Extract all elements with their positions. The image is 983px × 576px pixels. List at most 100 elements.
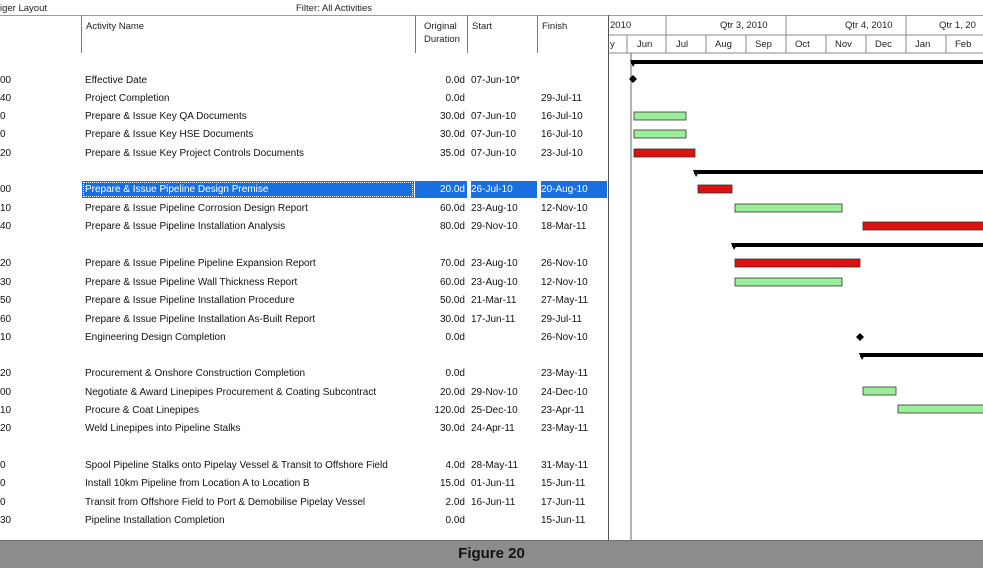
filter-label[interactable]: Filter: All Activities — [296, 3, 372, 14]
activity-id: 30 — [0, 277, 12, 288]
activity-duration: 20.0d — [415, 181, 467, 198]
activity-id: 00 — [0, 387, 12, 398]
page-bottom-margin — [0, 568, 983, 576]
table-row[interactable]: 0 Spool Pipeline Stalks onto Pipelay Vess… — [0, 457, 607, 474]
summary-bar[interactable] — [859, 353, 983, 360]
timescale-month-label: Aug — [715, 39, 732, 50]
table-row[interactable]: 0 Install 10km Pipeline from Location A t… — [0, 475, 607, 492]
activity-name: Prepare & Issue Pipeline Design Premise — [82, 181, 414, 198]
activity-finish: 20-Aug-10 — [541, 181, 607, 198]
gantt-bars — [629, 60, 983, 414]
milestone-diamond[interactable] — [629, 75, 637, 83]
milestone-diamond[interactable] — [856, 333, 864, 341]
activity-name: Transit from Offshore Field to Port & De… — [85, 497, 366, 508]
table-row[interactable]: 20 Procurement & Onshore Construction Com… — [0, 365, 607, 382]
table-row[interactable]: 40 Prepare & Issue Pipeline Installation … — [0, 218, 607, 235]
task-bar[interactable] — [734, 203, 843, 213]
activity-id: 0 — [0, 111, 6, 122]
activity-id: 20 — [0, 368, 12, 379]
table-row[interactable]: 30 Prepare & Issue Pipeline Wall Thicknes… — [0, 274, 607, 291]
activity-finish: 15-Jun-11 — [541, 478, 586, 489]
activity-name: Prepare & Issue Pipeline Installation An… — [85, 221, 286, 232]
summary-bar[interactable] — [731, 243, 983, 250]
column-divider — [81, 15, 82, 53]
timescale-quarter-label: 2010 — [610, 20, 631, 31]
activity-duration: 0.0d — [445, 515, 465, 526]
table-row[interactable]: 00 Negotiate & Award Linepipes Procuremen… — [0, 384, 607, 401]
activity-id: 0 — [0, 460, 6, 471]
summary-bar[interactable] — [693, 170, 983, 177]
timescale-month-label: Feb — [955, 39, 971, 50]
column-divider — [415, 15, 416, 53]
timescale-month-label: Nov — [835, 39, 852, 50]
activity-id: 60 — [0, 314, 12, 325]
task-bar[interactable] — [734, 277, 843, 287]
activity-duration: 120.0d — [434, 405, 465, 416]
activity-start: 23-Aug-10 — [471, 258, 518, 269]
activity-id: 40 — [0, 221, 12, 232]
activity-duration: 30.0d — [439, 314, 465, 325]
activity-start: 28-May-11 — [471, 460, 519, 471]
activity-name: Prepare & Issue Pipeline Wall Thickness … — [85, 277, 298, 288]
layout-label: iger Layout — [0, 3, 48, 14]
table-row[interactable]: 10 Prepare & Issue Pipeline Corrosion Des… — [0, 200, 607, 217]
column-header-duration-line2[interactable]: Duration — [424, 34, 460, 45]
timescale-month-label: Sep — [755, 39, 772, 50]
activity-start: 25-Dec-10 — [471, 405, 518, 416]
activity-start — [471, 329, 537, 346]
critical-task-bar[interactable] — [697, 184, 733, 194]
table-row[interactable]: 0 Transit from Offshore Field to Port & D… — [0, 494, 607, 511]
timescale-quarter-label: Qtr 1, 20 — [939, 20, 976, 31]
activity-id: 10 — [0, 203, 12, 214]
activity-duration: 4.0d — [445, 460, 465, 471]
table-row[interactable]: 30 Pipeline Installation Completion 0.0d 15… — [0, 512, 607, 529]
activity-name: Install 10km Pipeline from Location A to… — [85, 478, 310, 489]
table-row[interactable]: 20 Prepare & Issue Key Project Controls D… — [0, 145, 607, 162]
table-row[interactable]: 0 Prepare & Issue Key QA Documents 30.0d 07… — [0, 108, 607, 125]
activity-id: 20 — [0, 148, 12, 159]
critical-task-bar[interactable] — [633, 148, 696, 158]
summary-bar[interactable] — [630, 60, 983, 67]
timescale-month-label: Jun — [637, 39, 652, 50]
activity-id: 20 — [0, 423, 12, 434]
timescale-quarter-label: Qtr 4, 2010 — [845, 20, 893, 31]
activity-start: 07-Jun-10 — [471, 148, 517, 159]
timescale-month-label: y — [610, 39, 615, 50]
activity-name: Prepare & Issue Pipeline Installation Pr… — [85, 295, 295, 306]
table-row[interactable]: 00 Effective Date 0.0d 07-Jun-10* — [0, 72, 607, 89]
activity-finish: 15-Jun-11 — [541, 515, 586, 526]
critical-task-bar[interactable] — [734, 258, 861, 268]
table-row[interactable]: 20 Weld Linepipes into Pipeline Stalks 30.… — [0, 420, 607, 437]
activity-finish: 16-Jul-10 — [541, 129, 583, 140]
table-row[interactable]: 0 Prepare & Issue Key HSE Documents 30.0d 0… — [0, 126, 607, 143]
table-row[interactable]: 50 Prepare & Issue Pipeline Installation … — [0, 292, 607, 309]
activity-id: 10 — [0, 405, 12, 416]
activity-finish: 27-May-11 — [541, 295, 589, 306]
table-row[interactable]: 10 Procure & Coat Linepipes 120.0d 25-Dec-1… — [0, 402, 607, 419]
table-row[interactable]: 20 Prepare & Issue Pipeline Pipeline Expa… — [0, 255, 607, 272]
activity-finish: 17-Jun-11 — [541, 497, 586, 508]
activity-name: Prepare & Issue Pipeline Corrosion Desig… — [85, 203, 308, 214]
activity-finish: 23-May-11 — [541, 423, 589, 434]
activity-duration: 2.0d — [445, 497, 465, 508]
task-bar[interactable] — [897, 404, 983, 414]
column-header-start[interactable]: Start — [472, 21, 492, 32]
column-header-finish[interactable]: Finish — [542, 21, 567, 32]
activity-finish: 29-Jul-11 — [541, 314, 582, 325]
activity-start — [471, 365, 537, 382]
task-bar[interactable] — [862, 386, 897, 396]
table-row[interactable]: 10 Engineering Design Completion 0.0d 26-No… — [0, 329, 607, 346]
table-row[interactable]: 60 Prepare & Issue Pipeline Installation … — [0, 311, 607, 328]
column-header-duration-line1[interactable]: Original — [424, 21, 457, 32]
task-bar[interactable] — [633, 129, 687, 139]
activity-name: Procure & Coat Linepipes — [85, 405, 199, 416]
table-row[interactable]: 00 Prepare & Issue Pipeline Design Premis… — [0, 181, 607, 198]
critical-task-bar[interactable] — [862, 221, 983, 231]
activity-duration: 0.0d — [445, 75, 465, 86]
activity-start: 17-Jun-11 — [471, 314, 516, 325]
column-header-activity-name[interactable]: Activity Name — [86, 21, 144, 32]
table-row[interactable]: 40 Project Completion 0.0d 29-Jul-11 — [0, 90, 607, 107]
activity-duration: 30.0d — [439, 423, 465, 434]
activity-finish: 12-Nov-10 — [541, 203, 588, 214]
task-bar[interactable] — [633, 111, 687, 121]
